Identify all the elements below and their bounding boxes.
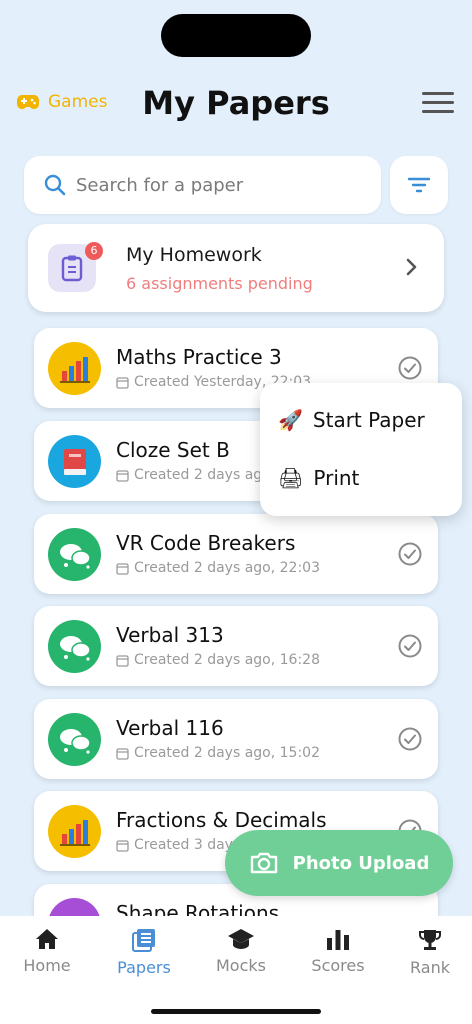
paper-title: Fractions & Decimals [116, 808, 327, 832]
paper-title: Cloze Set B [116, 438, 230, 462]
check-circle-icon[interactable] [398, 356, 422, 380]
nav-papers-label: Papers [117, 958, 171, 977]
nav-mocks[interactable]: Mocks [194, 928, 288, 975]
bottom-nav: Home Papers Mocks Scores Rank [0, 916, 472, 1024]
bar-chart-icon [48, 805, 101, 858]
paper-title: Verbal 116 [116, 716, 224, 740]
search-bar [24, 156, 381, 214]
start-paper-menu-item[interactable]: 🚀 Start Paper [278, 408, 425, 432]
check-circle-icon[interactable] [398, 727, 422, 751]
paper-card[interactable]: VR Code Breakers Created 2 days ago, 22:… [34, 514, 438, 594]
speech-bubbles-icon [48, 620, 101, 673]
homework-card[interactable]: 6 My Homework 6 assignments pending [28, 224, 444, 312]
printer-icon: 🖨 [278, 466, 304, 490]
calendar-icon [116, 747, 129, 760]
page-title: My Papers [142, 84, 330, 122]
paper-created: Created 2 days ago, 22:03 [116, 560, 320, 576]
bar-chart-icon [327, 930, 349, 950]
speech-bubbles-icon [48, 713, 101, 766]
hamburger-menu-icon[interactable] [422, 92, 454, 118]
paper-created-text: Created 2 days ago, 22:03 [134, 560, 320, 576]
paper-created: Created 2 days ago, 16:28 [116, 652, 320, 668]
print-menu-item[interactable]: 🖨 Print [278, 466, 359, 490]
homework-pending-text: 6 assignments pending [126, 274, 313, 293]
nav-mocks-label: Mocks [216, 956, 266, 975]
header: Games My Papers [0, 80, 472, 130]
homework-title: My Homework [126, 244, 262, 266]
nav-rank-label: Rank [410, 958, 450, 977]
camera-icon [250, 852, 277, 874]
paper-created-text: Created 2 days ago, 15:02 [134, 745, 320, 761]
speech-bubbles-icon [48, 528, 101, 581]
nav-home[interactable]: Home [0, 928, 94, 975]
nav-rank[interactable]: Rank [383, 928, 472, 977]
search-input[interactable] [76, 174, 356, 196]
calendar-icon [116, 376, 129, 389]
nav-scores[interactable]: Scores [291, 928, 385, 975]
rocket-icon: 🚀 [278, 408, 303, 432]
trophy-icon [419, 930, 441, 950]
nav-scores-label: Scores [311, 956, 365, 975]
paper-created-text: Created 2 days ag [134, 467, 263, 483]
check-circle-icon[interactable] [398, 634, 422, 658]
home-indicator [151, 1009, 321, 1014]
photo-upload-button[interactable]: Photo Upload [225, 830, 453, 896]
check-circle-icon[interactable] [398, 542, 422, 566]
homework-count-badge: 6 [85, 242, 103, 260]
calendar-icon [116, 562, 129, 575]
paper-created: Created 2 days ag [116, 467, 262, 483]
chevron-right-icon [406, 258, 417, 276]
paper-title: Maths Practice 3 [116, 345, 282, 369]
filter-icon [408, 177, 430, 193]
search-icon [44, 174, 66, 196]
paper-created-text: Created 2 days ago, 16:28 [134, 652, 320, 668]
graduation-cap-icon [228, 929, 254, 949]
print-label: Print [313, 466, 360, 490]
paper-created-text: Created 3 day [134, 837, 233, 853]
calendar-icon [116, 839, 129, 852]
paper-context-menu: 🚀 Start Paper 🖨 Print [260, 383, 462, 516]
dynamic-island [161, 14, 311, 57]
paper-card[interactable]: Verbal 313 Created 2 days ago, 16:28 [34, 606, 438, 686]
start-paper-label: Start Paper [312, 408, 425, 432]
papers-icon [132, 929, 155, 952]
paper-title: Verbal 313 [116, 623, 224, 647]
calendar-icon [116, 654, 129, 667]
book-icon [48, 435, 101, 488]
paper-created: Created 2 days ago, 15:02 [116, 745, 320, 761]
bar-chart-icon [48, 342, 101, 395]
filter-button[interactable] [390, 156, 448, 214]
paper-created: Created 3 day [116, 837, 233, 853]
calendar-icon [116, 469, 129, 482]
home-icon [36, 929, 58, 949]
photo-upload-label: Photo Upload [292, 852, 430, 874]
paper-title: VR Code Breakers [116, 531, 296, 555]
nav-papers[interactable]: Papers [97, 928, 191, 977]
nav-home-label: Home [23, 956, 71, 975]
paper-card[interactable]: Verbal 116 Created 2 days ago, 15:02 [34, 699, 438, 779]
